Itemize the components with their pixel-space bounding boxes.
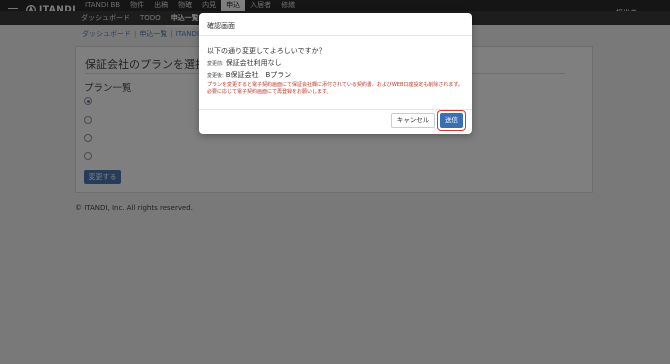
cancel-button[interactable]: キャンセル xyxy=(391,113,435,128)
dialog-title: 確認画面 xyxy=(207,22,235,30)
before-label: 変更前: xyxy=(207,61,224,67)
dialog-divider xyxy=(199,35,472,36)
dialog-footer-divider xyxy=(199,109,472,110)
before-row: 変更前: 保証会社利用なし xyxy=(207,58,282,68)
after-label: 変更後: xyxy=(207,73,224,79)
submit-button[interactable]: 送信 xyxy=(440,113,463,128)
warning-text: プランを変更すると電子契約画面にて保証会社欄に添付されている契約書、およびWEB… xyxy=(207,82,463,95)
after-value: B保証会社 Bプラン xyxy=(225,71,292,79)
after-row: 変更後: B保証会社 Bプラン xyxy=(207,70,291,80)
before-value: 保証会社利用なし xyxy=(225,59,282,67)
confirm-question: 以下の通り変更してよろしいですか？ xyxy=(207,47,326,55)
confirm-dialog: 確認画面 以下の通り変更してよろしいですか？ 変更前: 保証会社利用なし 変更後:… xyxy=(199,13,472,134)
